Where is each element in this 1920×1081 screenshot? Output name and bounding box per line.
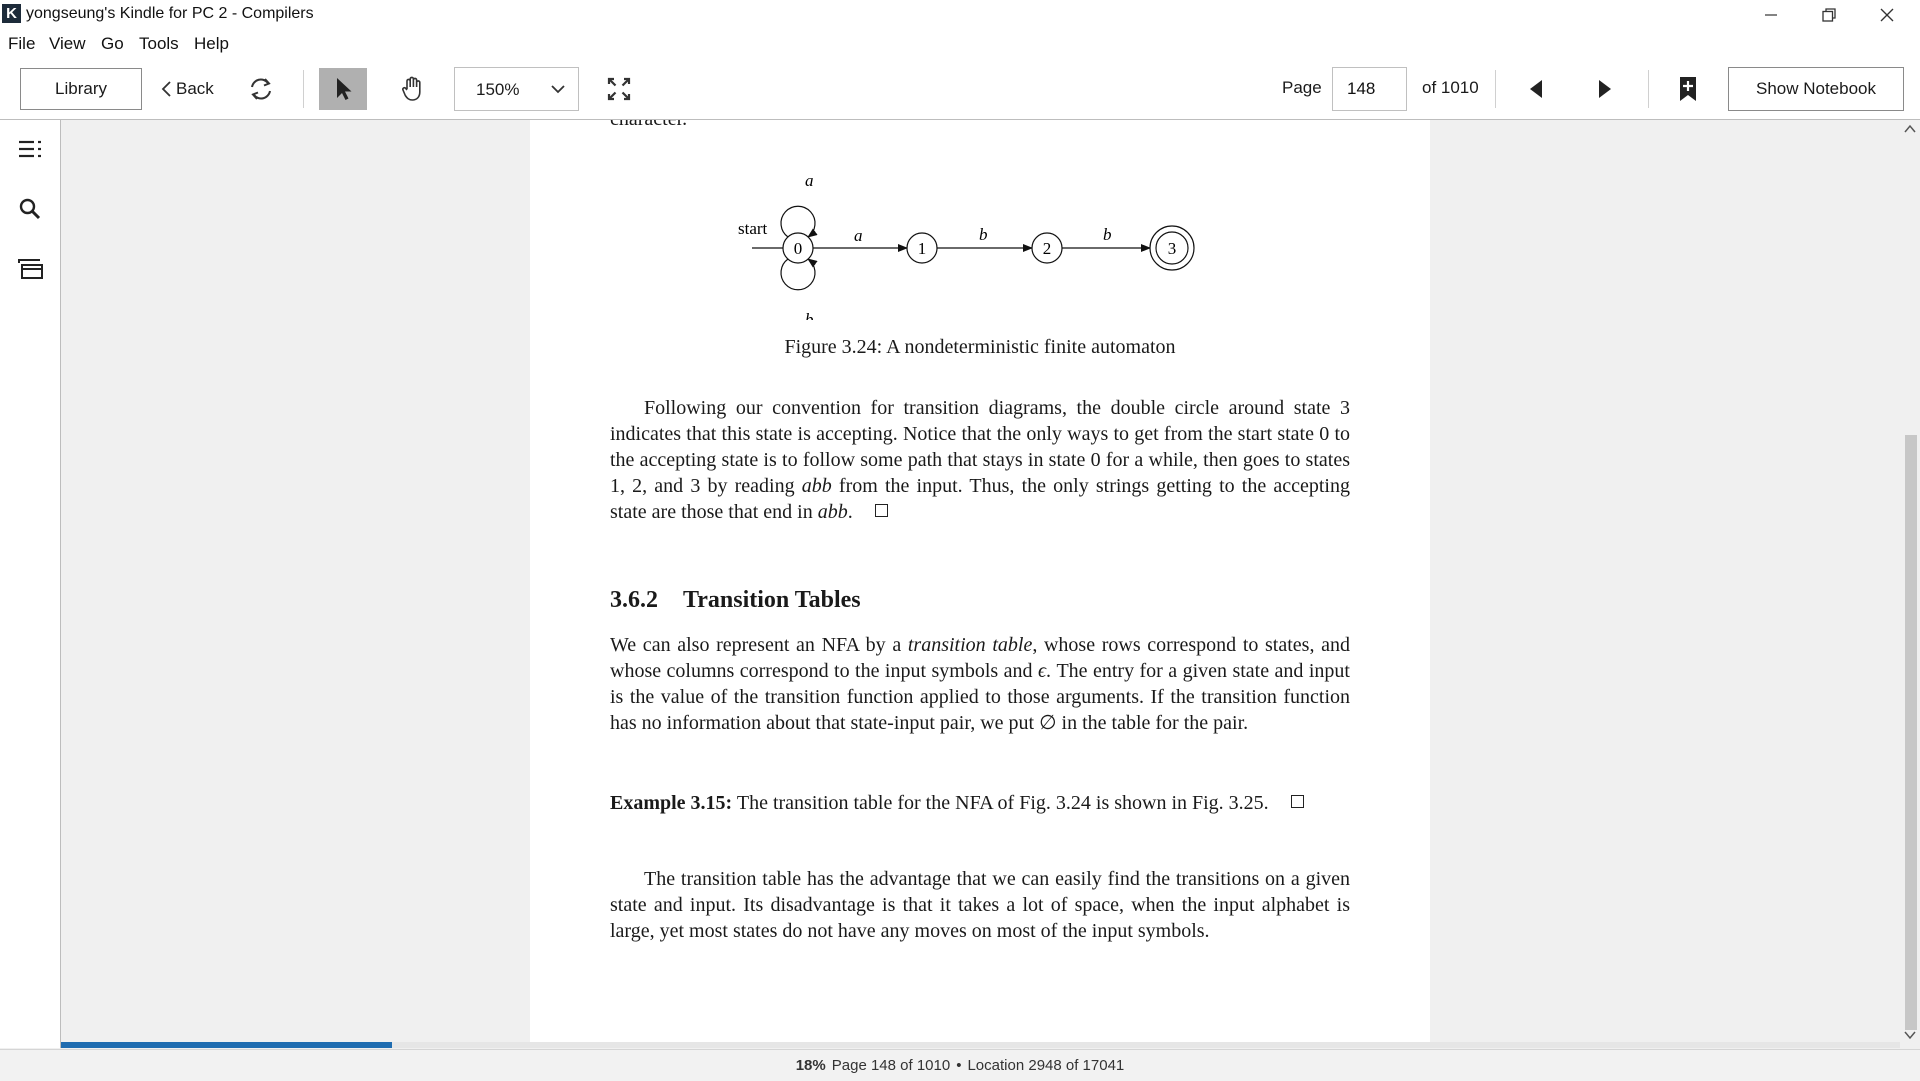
select-tool-button[interactable] xyxy=(319,68,367,110)
text-run: . xyxy=(847,501,853,523)
back-label: Back xyxy=(176,79,214,98)
page-label: Page xyxy=(1282,78,1322,97)
fullscreen-button[interactable] xyxy=(595,68,643,110)
example-paragraph: Example 3.15: The transition table for t… xyxy=(610,790,1350,816)
scrollbar-thumb[interactable] xyxy=(1905,435,1917,1030)
next-page-icon xyxy=(1599,80,1611,98)
progress-percent: 18% xyxy=(795,1057,826,1074)
minimize-button[interactable] xyxy=(1742,0,1800,29)
menu-bar: File View Go Tools Help xyxy=(0,29,1920,58)
paragraph: Following our convention for transition … xyxy=(610,395,1350,525)
text-run-italic: abb xyxy=(801,475,832,497)
edge-label: b xyxy=(979,225,988,244)
state-label: 2 xyxy=(1043,239,1052,258)
hand-pan-icon xyxy=(402,76,421,101)
status-separator: • xyxy=(956,1057,962,1074)
toolbar-separator xyxy=(1495,70,1496,108)
bookmark-button[interactable] xyxy=(1664,68,1712,110)
back-button[interactable]: Back xyxy=(160,69,214,109)
menu-file[interactable]: File xyxy=(8,34,35,54)
fullscreen-icon xyxy=(607,77,631,101)
flashcards-button[interactable] xyxy=(15,254,45,284)
toolbar: Library Back 150% Page 148 of 1010 Show … xyxy=(0,58,1920,120)
previous-page-button[interactable] xyxy=(1512,68,1560,110)
book-text-line: character. xyxy=(610,120,687,131)
start-label: start xyxy=(738,219,768,238)
paragraph: We can also represent an NFA by a transi… xyxy=(610,632,1350,736)
library-button[interactable]: Library xyxy=(20,68,142,110)
figure-caption: Figure 3.24: A nondeterministic finite a… xyxy=(784,336,1176,358)
title-bar: K yongseung's Kindle for PC 2 - Compiler… xyxy=(0,0,1920,29)
book-page: character. start a b 0 a 1 b 2 xyxy=(530,120,1430,1042)
section-heading: 3.6.2 Transition Tables xyxy=(610,587,861,614)
menu-help[interactable]: Help xyxy=(194,34,229,54)
scroll-up-icon[interactable] xyxy=(1904,124,1916,134)
self-loop-top xyxy=(780,205,818,238)
select-pointer-icon xyxy=(337,78,352,100)
window-title: yongseung's Kindle for PC 2 - Compilers xyxy=(26,5,314,22)
text-run: We can also represent an NFA by a xyxy=(610,634,908,656)
page-total: of 1010 xyxy=(1422,78,1479,97)
left-sidebar xyxy=(0,120,61,1048)
restore-icon xyxy=(1822,7,1836,22)
paragraph: The transition table has the advantage t… xyxy=(610,868,1350,942)
show-notebook-button[interactable]: Show Notebook xyxy=(1728,67,1904,111)
qed-box xyxy=(874,504,888,517)
text-run-italic: abb xyxy=(817,501,848,523)
status-page: Page 148 of 1010 xyxy=(831,1057,951,1074)
loop-label-b: b xyxy=(805,310,814,320)
self-loop-bottom xyxy=(780,258,818,291)
sync-button[interactable] xyxy=(237,68,285,110)
chevron-down-icon xyxy=(551,85,565,94)
table-of-contents-button[interactable] xyxy=(15,134,45,164)
chevron-left-icon xyxy=(161,81,171,97)
example-label: Example 3.15: xyxy=(610,792,733,814)
text-run-italic: ϵ xyxy=(1037,660,1046,682)
loop-label-a: a xyxy=(805,171,814,190)
vertical-scrollbar[interactable] xyxy=(1900,120,1920,1048)
toc-icon xyxy=(19,140,41,158)
close-button[interactable] xyxy=(1858,0,1916,29)
state-label: 0 xyxy=(794,239,803,258)
status-bar: 18% Page 148 of 1010 • Location 2948 of … xyxy=(0,1049,1920,1081)
kindle-k-icon: K xyxy=(2,4,21,23)
edge-label: a xyxy=(854,226,863,245)
search-icon xyxy=(19,198,41,220)
edge-label: b xyxy=(1103,225,1112,244)
section-title: Transition Tables xyxy=(683,587,861,613)
bookmark-add-icon xyxy=(1680,77,1696,101)
nfa-diagram: start a b 0 a 1 b 2 b 3 xyxy=(738,171,1195,320)
qed-box xyxy=(1290,795,1304,808)
reading-progress-bar[interactable] xyxy=(61,1042,1900,1048)
sync-icon xyxy=(251,78,271,100)
next-page-button[interactable] xyxy=(1581,68,1629,110)
zoom-select[interactable]: 150% xyxy=(454,67,579,111)
scroll-down-icon[interactable] xyxy=(1904,1030,1916,1040)
toolbar-separator xyxy=(1648,70,1649,108)
prev-page-icon xyxy=(1530,80,1542,98)
reading-progress-fill xyxy=(61,1042,393,1048)
page-number-input[interactable] xyxy=(1332,67,1407,111)
state-label: 3 xyxy=(1168,239,1177,258)
text-run: The transition table for the NFA of Fig.… xyxy=(732,792,1269,814)
reader-area[interactable]: character. start a b 0 a 1 b 2 xyxy=(61,120,1900,1042)
state-label: 1 xyxy=(918,239,927,258)
menu-view[interactable]: View xyxy=(49,34,86,54)
close-icon xyxy=(1880,8,1894,21)
search-button[interactable] xyxy=(15,194,45,224)
toolbar-separator xyxy=(303,70,304,108)
text-run-italic: transition table xyxy=(907,634,1033,656)
hand-tool-button[interactable] xyxy=(389,68,437,110)
zoom-value: 150% xyxy=(476,80,520,99)
menu-tools[interactable]: Tools xyxy=(139,34,179,54)
minimize-icon xyxy=(1765,13,1777,16)
section-number: 3.6.2 xyxy=(610,587,658,613)
restore-button[interactable] xyxy=(1800,0,1858,29)
flashcards-icon xyxy=(18,259,43,279)
status-location: Location 2948 of 17041 xyxy=(967,1057,1125,1074)
menu-go[interactable]: Go xyxy=(101,34,124,54)
